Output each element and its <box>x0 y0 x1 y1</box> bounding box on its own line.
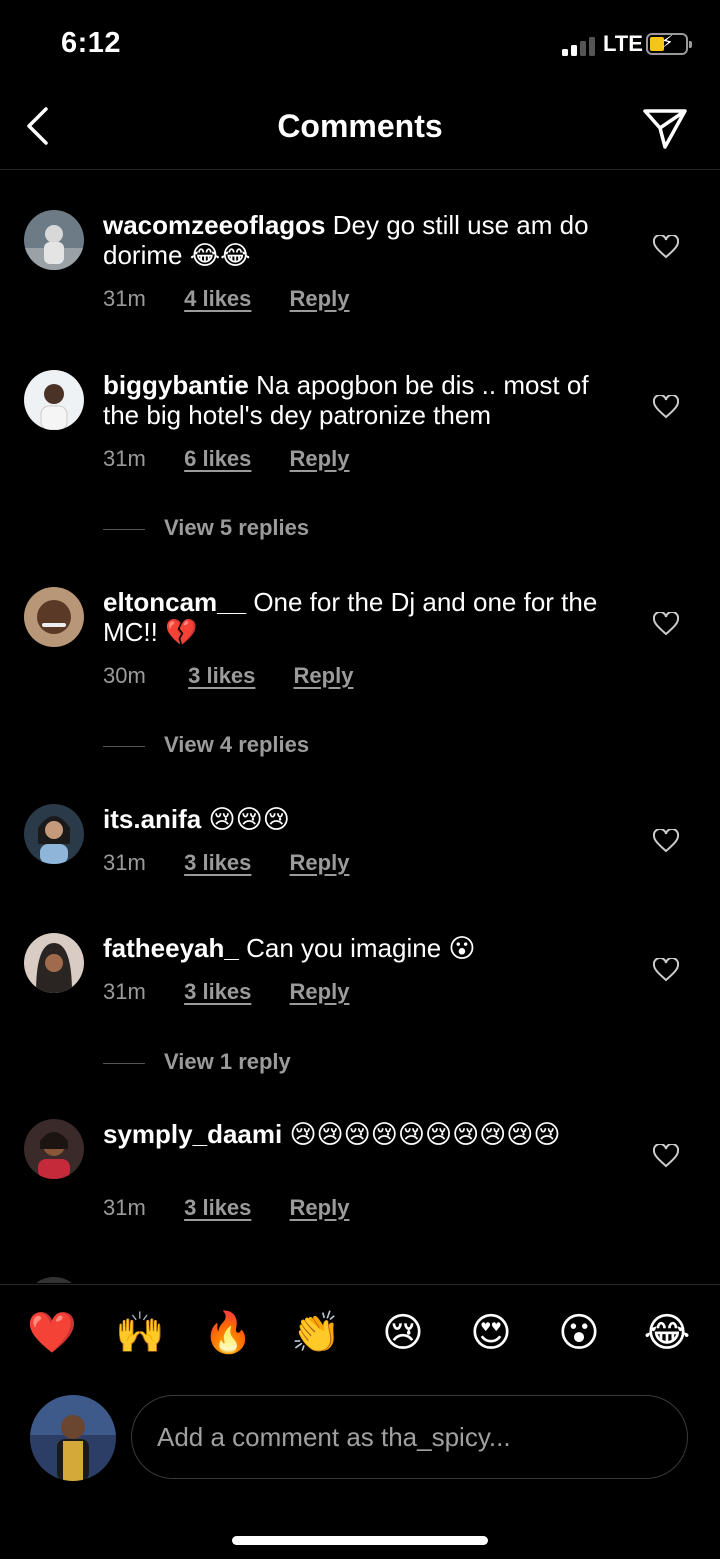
reply-button[interactable]: Reply <box>290 1195 350 1221</box>
reply-button[interactable]: Reply <box>290 979 350 1005</box>
comment-text: its.anifa 😢😢😢 <box>103 804 613 834</box>
reaction-fire[interactable]: 🔥 <box>203 1309 253 1357</box>
comment-item: its.anifa 😢😢😢 31m 3 likes Reply <box>0 804 720 904</box>
comment-time: 31m <box>103 446 146 471</box>
comment-text: wacomzeeoflagos Dey go still use am do d… <box>103 210 613 270</box>
heart-like-icon[interactable] <box>653 829 679 853</box>
reply-button[interactable]: Reply <box>294 663 354 689</box>
reaction-raised-hands[interactable]: 🙌 <box>115 1309 165 1357</box>
comment-username[interactable]: symply_daami <box>103 1119 282 1149</box>
comment-meta: 31m 6 likes Reply <box>103 446 349 472</box>
comment-text: biggybantie Na apogbon be dis .. most of… <box>103 370 613 430</box>
status-time: 6:12 <box>61 27 122 59</box>
view-replies-button[interactable]: View 4 replies <box>103 732 309 758</box>
comment-username[interactable]: wacomzeeoflagos <box>103 210 326 240</box>
signal-strength-icon <box>562 36 598 56</box>
comment-item-partial <box>0 1277 720 1283</box>
reply-button[interactable]: Reply <box>290 850 350 876</box>
likes-link[interactable]: 3 likes <box>184 850 251 876</box>
view-replies-button[interactable]: View 1 reply <box>103 1049 291 1075</box>
header: Comments <box>0 88 720 170</box>
avatar[interactable] <box>24 1277 84 1283</box>
comment-time: 31m <box>103 286 146 311</box>
comment-meta: 31m 3 likes Reply <box>103 1195 349 1221</box>
comment-username[interactable]: its.anifa <box>103 804 201 834</box>
comment-time: 31m <box>103 1195 146 1220</box>
avatar[interactable] <box>24 1119 84 1179</box>
avatar[interactable] <box>24 210 84 270</box>
avatar[interactable] <box>24 933 84 993</box>
heart-like-icon[interactable] <box>653 1144 679 1168</box>
reply-button[interactable]: Reply <box>290 286 350 312</box>
home-indicator[interactable] <box>232 1536 488 1545</box>
comment-time: 31m <box>103 850 146 875</box>
current-user-avatar <box>30 1395 116 1481</box>
likes-link[interactable]: 6 likes <box>184 446 251 472</box>
comment-composer <box>0 1392 720 1492</box>
view-replies-label: View 5 replies <box>164 515 310 540</box>
divider-line <box>103 528 145 530</box>
comment-item: fatheeyah_ Can you imagine 😮 31m 3 likes… <box>0 933 720 1103</box>
reaction-crying[interactable]: 😢 <box>379 1309 427 1357</box>
view-replies-button[interactable]: View 5 replies <box>103 515 309 541</box>
comment-meta: 31m 3 likes Reply <box>103 850 349 876</box>
comment-text: eltoncam__ One for the Dj and one for th… <box>103 587 613 647</box>
reaction-surprised[interactable]: 😮 <box>555 1309 603 1357</box>
page-title: Comments <box>277 108 443 144</box>
comment-meta: 31m 3 likes Reply <box>103 979 349 1005</box>
reaction-clapping[interactable]: 👏 <box>291 1309 341 1357</box>
view-replies-label: View 1 reply <box>164 1049 291 1074</box>
comment-input[interactable] <box>131 1395 688 1479</box>
likes-link[interactable]: 4 likes <box>184 286 251 312</box>
heart-like-icon[interactable] <box>653 235 679 259</box>
likes-link[interactable]: 3 likes <box>184 1195 251 1221</box>
likes-link[interactable]: 3 likes <box>188 663 255 689</box>
avatar[interactable] <box>24 587 84 647</box>
comment-time: 31m <box>103 979 146 1004</box>
comment-meta: 31m 4 likes Reply <box>103 286 349 312</box>
heart-like-icon[interactable] <box>653 395 679 419</box>
comment-item: eltoncam__ One for the Dj and one for th… <box>0 587 720 757</box>
comment-message: 😢😢😢 <box>208 804 290 834</box>
reaction-heart[interactable]: ❤️ <box>27 1309 77 1357</box>
status-bar: 6:12 LTE ⚡ <box>0 0 720 88</box>
divider-line <box>103 745 145 747</box>
comments-list[interactable]: wacomzeeoflagos Dey go still use am do d… <box>0 171 720 1283</box>
battery-charging-icon: ⚡ <box>646 32 692 55</box>
avatar[interactable] <box>24 370 84 430</box>
comment-text: fatheeyah_ Can you imagine 😮 <box>103 933 613 963</box>
comment-username[interactable]: fatheeyah_ <box>103 933 239 963</box>
reaction-laughing[interactable]: 😂 <box>643 1309 691 1357</box>
comment-item: biggybantie Na apogbon be dis .. most of… <box>0 370 720 540</box>
comment-message: Can you imagine 😮 <box>246 933 476 963</box>
heart-like-icon[interactable] <box>653 958 679 982</box>
avatar[interactable] <box>24 804 84 864</box>
comment-username[interactable]: eltoncam__ <box>103 587 246 617</box>
likes-link[interactable]: 3 likes <box>184 979 251 1005</box>
comment-meta: 30m 3 likes Reply <box>103 663 353 689</box>
send-direct-icon[interactable] <box>642 106 688 150</box>
divider-line <box>103 1062 145 1064</box>
reaction-heart-eyes[interactable]: 😍 <box>467 1309 515 1357</box>
reply-button[interactable]: Reply <box>290 446 350 472</box>
comment-time: 30m <box>103 663 146 688</box>
comment-item: wacomzeeoflagos Dey go still use am do d… <box>0 210 720 330</box>
comment-item: symply_daami 😢😢😢😢😢😢😢😢😢😢 31m 3 likes Repl… <box>0 1119 720 1239</box>
comment-message: 😢😢😢😢😢😢😢😢😢😢 <box>289 1119 561 1149</box>
comment-username[interactable]: biggybantie <box>103 370 249 400</box>
view-replies-label: View 4 replies <box>164 732 310 757</box>
comment-text: symply_daami 😢😢😢😢😢😢😢😢😢😢 <box>103 1119 613 1149</box>
quick-reactions-bar: ❤️ 🙌 🔥 👏 😢 😍 😮 😂 <box>0 1284 720 1388</box>
network-type: LTE <box>603 31 643 56</box>
heart-like-icon[interactable] <box>653 612 679 636</box>
